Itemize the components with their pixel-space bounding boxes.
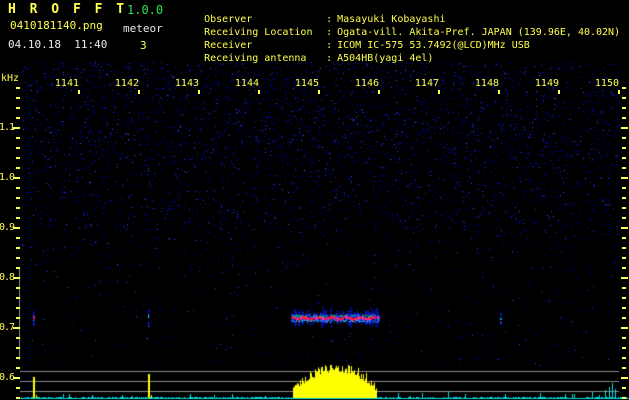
freq-minor-tick-right	[622, 137, 626, 139]
freq-minor-tick	[16, 337, 20, 339]
freq-minor-tick	[16, 347, 20, 349]
freq-tick-label: 1.0	[0, 172, 15, 183]
freq-minor-tick-right	[622, 167, 626, 169]
freq-minor-tick	[16, 237, 20, 239]
freq-minor-tick	[16, 197, 20, 199]
freq-minor-tick	[16, 387, 20, 389]
freq-minor-tick	[16, 297, 20, 299]
freq-tick-label: 0.6	[0, 372, 15, 383]
freq-minor-tick	[16, 217, 20, 219]
freq-minor-tick	[16, 157, 20, 159]
freq-minor-tick	[16, 267, 20, 269]
freq-minor-tick	[16, 307, 20, 309]
freq-minor-tick	[16, 107, 20, 109]
freq-minor-tick-right	[622, 157, 626, 159]
freq-tick-label: 0.8	[0, 272, 15, 283]
freq-minor-tick-right	[622, 107, 626, 109]
freq-minor-tick-right	[622, 287, 626, 289]
freq-major-tick-right	[621, 277, 628, 279]
time-tick-label: 1144	[234, 78, 259, 89]
freq-major-tick-right	[621, 377, 628, 379]
time-tick-label: 1145	[294, 78, 319, 89]
time-tick	[138, 90, 140, 94]
freq-minor-tick-right	[622, 387, 626, 389]
time-tick	[78, 90, 80, 94]
time-tick	[258, 90, 260, 94]
freq-minor-tick	[16, 247, 20, 249]
freq-minor-tick-right	[622, 257, 626, 259]
freq-minor-tick	[16, 257, 20, 259]
freq-minor-tick-right	[622, 297, 626, 299]
freq-minor-tick	[16, 167, 20, 169]
freq-minor-tick-right	[622, 397, 626, 399]
time-tick	[378, 90, 380, 94]
freq-minor-tick-right	[622, 267, 626, 269]
freq-minor-tick-right	[622, 357, 626, 359]
freq-minor-tick-right	[622, 187, 626, 189]
freq-minor-tick-right	[622, 147, 626, 149]
freq-major-tick	[13, 327, 20, 329]
freq-minor-tick	[16, 87, 20, 89]
freq-major-tick	[13, 277, 20, 279]
freq-minor-tick	[16, 97, 20, 99]
freq-major-tick	[13, 227, 20, 229]
freq-minor-tick-right	[622, 197, 626, 199]
freq-minor-tick-right	[622, 337, 626, 339]
freq-tick-label: 0.9	[0, 222, 15, 233]
time-tick	[438, 90, 440, 94]
freq-minor-tick-right	[622, 97, 626, 99]
time-tick-label: 1148	[474, 78, 499, 89]
freq-major-tick	[13, 377, 20, 379]
hrofft-screen: H R O F F T 1.0.0 0410181140.png meteor …	[0, 0, 629, 400]
freq-minor-tick	[16, 397, 20, 399]
freq-minor-tick-right	[622, 347, 626, 349]
freq-minor-tick-right	[622, 237, 626, 239]
freq-major-tick-right	[621, 327, 628, 329]
time-tick-label: 1141	[54, 78, 79, 89]
freq-major-tick	[13, 127, 20, 129]
freq-minor-tick-right	[622, 367, 626, 369]
time-tick	[198, 90, 200, 94]
freq-minor-tick-right	[622, 117, 626, 119]
time-tick	[618, 90, 620, 94]
freq-minor-tick-right	[622, 87, 626, 89]
freq-minor-tick-right	[622, 207, 626, 209]
freq-minor-tick	[16, 287, 20, 289]
freq-minor-tick-right	[622, 217, 626, 219]
freq-tick-label: 1.1	[0, 122, 15, 133]
axes-layer: 1141 1142 1143 1144 1145 1146 1147 1148 1149 1150…	[0, 0, 629, 400]
freq-minor-tick	[16, 357, 20, 359]
freq-minor-tick-right	[622, 247, 626, 249]
freq-minor-tick	[16, 207, 20, 209]
freq-major-tick-right	[621, 177, 628, 179]
freq-major-tick-right	[621, 127, 628, 129]
time-tick-label: 1142	[114, 78, 139, 89]
time-tick-label: 1146	[354, 78, 379, 89]
freq-minor-tick	[16, 317, 20, 319]
time-tick-label: 1150	[594, 78, 619, 89]
freq-minor-tick	[16, 367, 20, 369]
freq-minor-tick	[16, 117, 20, 119]
time-tick-label: 1143	[174, 78, 199, 89]
time-tick-label: 1149	[534, 78, 559, 89]
time-tick	[318, 90, 320, 94]
freq-minor-tick-right	[622, 307, 626, 309]
freq-minor-tick	[16, 187, 20, 189]
freq-tick-label: 0.7	[0, 322, 15, 333]
time-tick	[558, 90, 560, 94]
freq-major-tick	[13, 177, 20, 179]
freq-minor-tick	[16, 137, 20, 139]
time-tick	[498, 90, 500, 94]
time-tick-label: 1147	[414, 78, 439, 89]
freq-major-tick-right	[621, 227, 628, 229]
freq-minor-tick-right	[622, 317, 626, 319]
freq-minor-tick	[16, 147, 20, 149]
